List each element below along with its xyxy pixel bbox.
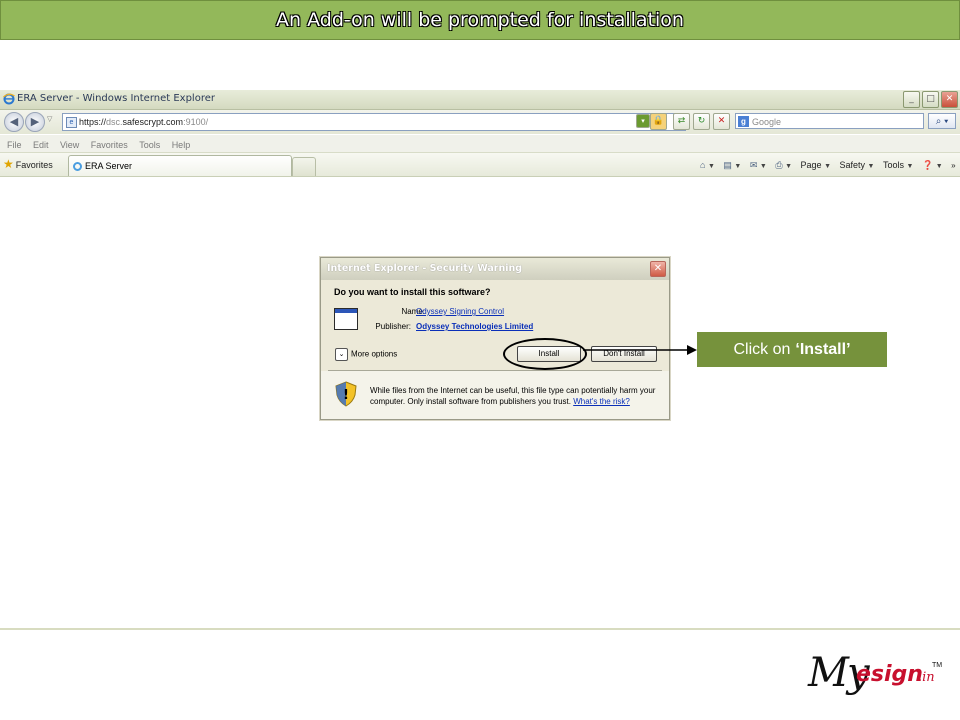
address-host-prefix: dsc. xyxy=(106,117,123,127)
ie-window: ERA Server - Windows Internet Explorer _… xyxy=(0,90,960,177)
close-window-button[interactable]: ✕ xyxy=(941,91,958,108)
favorites-label: Favorites xyxy=(15,160,53,170)
publisher-label: Publisher: xyxy=(375,322,411,331)
tab-title: ERA Server xyxy=(85,161,133,171)
menu-file[interactable]: File xyxy=(7,137,22,154)
page-icon: e xyxy=(66,117,77,128)
slide-title-banner: An Add-on will be prompted for installat… xyxy=(0,0,960,40)
page-menu[interactable]: Page ▼ xyxy=(801,157,831,175)
window-controls: _ □ ✕ xyxy=(903,91,958,108)
publisher-value-link[interactable]: Odyssey Technologies Limited xyxy=(416,322,533,331)
favorites-button[interactable]: ★ Favorites xyxy=(3,156,53,172)
favorites-bar: ★ Favorites ERA Server ⌂ ▼ ▤ ▼ ✉ ▼ ⎙ ▼ Pa… xyxy=(0,153,960,177)
minimize-button[interactable]: _ xyxy=(903,91,920,108)
loading-icon xyxy=(73,162,82,172)
compatibility-icon[interactable]: ⇄ xyxy=(673,113,690,130)
myesign-logo: My esign .in TM xyxy=(808,648,943,712)
callout-prefix: Click on xyxy=(733,340,791,358)
address-scheme: https:// xyxy=(79,117,107,127)
window-titlebar: ERA Server - Windows Internet Explorer _… xyxy=(0,90,960,110)
svg-text:!: ! xyxy=(343,388,349,403)
history-dropdown-icon[interactable]: ▽ xyxy=(47,115,52,123)
menu-help[interactable]: Help xyxy=(172,137,191,154)
whats-the-risk-link[interactable]: What's the risk? xyxy=(573,397,630,406)
menu-favorites[interactable]: Favorites xyxy=(91,137,128,154)
menu-view[interactable]: View xyxy=(60,137,79,154)
mail-icon[interactable]: ✉ ▼ xyxy=(750,157,767,175)
dialog-warning-area: ! While files from the Internet can be u… xyxy=(321,371,669,419)
logo-esign: esign xyxy=(856,662,923,687)
feeds-icon[interactable]: ▤ ▼ xyxy=(723,157,741,175)
menu-bar: File Edit View Favorites Tools Help xyxy=(0,135,960,153)
ie-logo-icon xyxy=(3,93,15,105)
menu-edit[interactable]: Edit xyxy=(33,137,49,154)
new-tab-button[interactable] xyxy=(292,157,316,176)
security-warning-dialog: Internet Explorer - Security Warning ✕ D… xyxy=(320,257,670,420)
star-icon: ★ xyxy=(3,157,14,171)
search-placeholder: Google xyxy=(752,117,782,127)
dialog-close-button[interactable]: ✕ xyxy=(650,261,666,277)
search-button[interactable]: ⌕ ▾ xyxy=(928,113,956,129)
address-bar[interactable]: e https://dsc.safescrypt.com:9100/ xyxy=(62,113,686,131)
help-icon[interactable]: ❓ ▼ xyxy=(922,157,943,175)
warning-text: While files from the Internet can be use… xyxy=(370,385,662,407)
install-button[interactable]: Install xyxy=(517,346,581,362)
more-options-label: More options xyxy=(351,349,398,359)
chevron-down-icon: ⌄ xyxy=(335,348,348,361)
footer-divider xyxy=(0,628,960,630)
lock-icon[interactable]: 🔒 xyxy=(650,113,667,130)
dialog-question: Do you want to install this software? xyxy=(334,287,491,297)
page-menu-label: Page xyxy=(800,160,822,170)
safety-menu[interactable]: Safety ▼ xyxy=(840,157,875,175)
name-value-link[interactable]: Odyssey Signing Control xyxy=(416,307,504,316)
command-bar: ⌂ ▼ ▤ ▼ ✉ ▼ ⎙ ▼ Page ▼ Safety ▼ Tools ▼ … xyxy=(700,157,960,173)
forward-button[interactable]: ▶ xyxy=(25,112,45,132)
callout-target: ‘Install’ xyxy=(795,340,851,358)
logo-in: .in xyxy=(918,670,935,685)
address-row: ◀ ▶ ▽ e https://dsc.safescrypt.com:9100/… xyxy=(0,110,960,134)
slide-title: An Add-on will be prompted for installat… xyxy=(276,9,684,31)
search-input[interactable]: g Google xyxy=(735,113,924,129)
more-chevron-icon[interactable]: » xyxy=(951,158,955,174)
tools-menu[interactable]: Tools ▼ xyxy=(883,157,913,175)
address-dropdown-icon[interactable]: ▾ xyxy=(636,114,650,128)
back-button[interactable]: ◀ xyxy=(4,112,24,132)
stop-icon[interactable]: ✕ xyxy=(713,113,730,130)
safety-menu-label: Safety xyxy=(839,160,866,170)
warning-shield-icon: ! xyxy=(335,381,357,407)
window-title: ERA Server - Windows Internet Explorer xyxy=(17,93,215,104)
maximize-button[interactable]: □ xyxy=(922,91,939,108)
print-icon[interactable]: ⎙ ▼ xyxy=(775,157,792,175)
tools-menu-label: Tools xyxy=(883,160,905,170)
instruction-callout: Click on ‘Install’ xyxy=(697,332,887,367)
address-port-path: :9100/ xyxy=(183,117,209,127)
address-host: safescrypt.com xyxy=(122,117,184,127)
arrow-icon xyxy=(583,345,697,355)
dialog-title: Internet Explorer - Security Warning xyxy=(327,263,523,274)
home-icon[interactable]: ⌂ ▼ xyxy=(700,157,715,175)
tab-era-server[interactable]: ERA Server xyxy=(68,155,292,176)
refresh-icon[interactable]: ↻ xyxy=(693,113,710,130)
google-icon: g xyxy=(738,116,749,127)
dialog-titlebar: Internet Explorer - Security Warning xyxy=(321,258,669,280)
menu-tools[interactable]: Tools xyxy=(139,137,160,154)
more-options-toggle[interactable]: ⌄ More options xyxy=(335,348,397,361)
logo-trademark: TM xyxy=(932,662,943,669)
